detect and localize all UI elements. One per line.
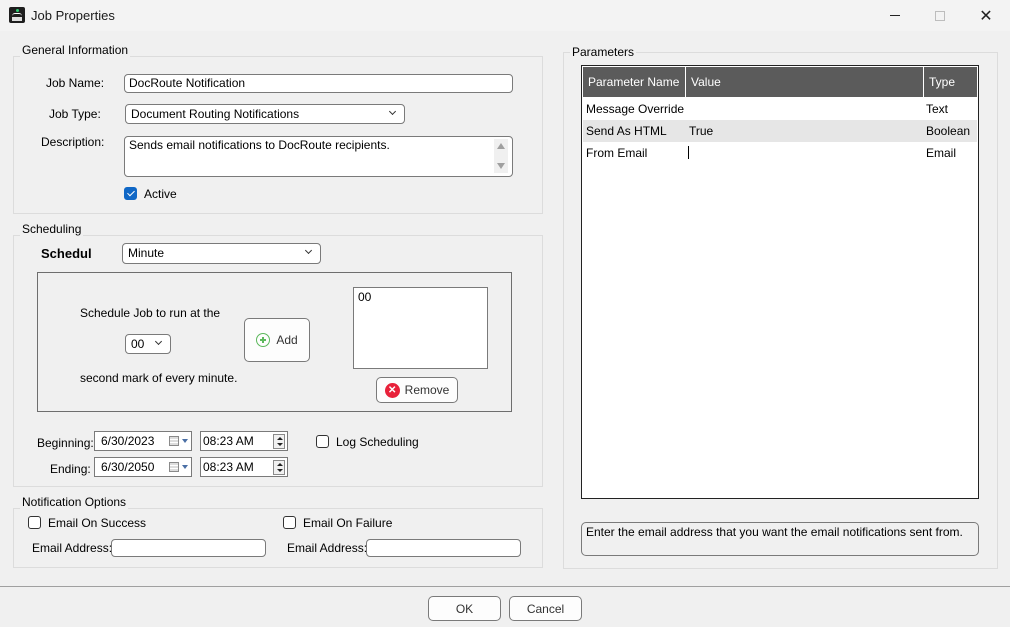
beginning-label: Beginning: bbox=[37, 436, 94, 450]
email-on-success-label[interactable]: Email On Success bbox=[48, 516, 146, 530]
ending-date-value: 6/30/2050 bbox=[101, 460, 155, 474]
close-button[interactable]: ✕ bbox=[963, 0, 1009, 31]
param-name: Send As HTML bbox=[586, 124, 667, 138]
spin-down-icon[interactable] bbox=[277, 443, 283, 446]
success-email-input[interactable] bbox=[111, 539, 266, 557]
chevron-down-icon bbox=[388, 108, 398, 118]
calendar-icon[interactable] bbox=[169, 436, 179, 446]
run-text-top: Schedule Job to run at the bbox=[80, 306, 221, 320]
grid-header: Parameter Name Value Type bbox=[583, 67, 977, 97]
column-header-parameter-name[interactable]: Parameter Name bbox=[583, 67, 686, 97]
maximize-button[interactable] bbox=[917, 0, 963, 31]
description-label: Description: bbox=[41, 135, 105, 149]
dropdown-arrow-icon[interactable] bbox=[182, 465, 188, 469]
beginning-time-value: 08:23 AM bbox=[203, 434, 254, 448]
active-label[interactable]: Active bbox=[144, 187, 177, 201]
chevron-down-icon bbox=[304, 247, 314, 257]
add-label: Add bbox=[276, 333, 298, 347]
job-type-value: Document Routing Notifications bbox=[131, 107, 300, 121]
job-name-input[interactable]: DocRoute Notification bbox=[124, 74, 513, 93]
log-scheduling-checkbox[interactable] bbox=[316, 435, 329, 448]
schedule-select[interactable]: Minute bbox=[122, 243, 321, 264]
add-button[interactable]: Add bbox=[244, 318, 310, 362]
active-checkbox[interactable] bbox=[124, 187, 137, 200]
beginning-time-picker[interactable]: 08:23 AM bbox=[200, 431, 288, 451]
failure-email-input[interactable] bbox=[366, 539, 521, 557]
cancel-button[interactable]: Cancel bbox=[509, 596, 582, 621]
general-information-label: General Information bbox=[20, 43, 131, 57]
maximize-icon bbox=[935, 10, 945, 21]
notification-options-label: Notification Options bbox=[20, 495, 129, 509]
time-spinner[interactable] bbox=[273, 460, 285, 475]
parameter-help-text: Enter the email address that you want th… bbox=[581, 522, 979, 556]
ending-time-value: 08:23 AM bbox=[203, 460, 254, 474]
remove-label: Remove bbox=[404, 383, 450, 397]
param-type: Email bbox=[926, 146, 957, 160]
column-header-type[interactable]: Type bbox=[924, 67, 977, 97]
schedule-label: Schedule bbox=[41, 246, 91, 261]
email-on-failure-label[interactable]: Email On Failure bbox=[303, 516, 392, 530]
job-type-select[interactable]: Document Routing Notifications bbox=[125, 104, 405, 124]
job-type-label: Job Type: bbox=[49, 107, 101, 121]
remove-button[interactable]: ✕ Remove bbox=[376, 377, 458, 403]
schedule-times-list[interactable]: 00 bbox=[353, 287, 488, 369]
failure-email-label: Email Address: bbox=[287, 541, 368, 555]
email-on-success-checkbox[interactable] bbox=[28, 516, 41, 529]
param-value[interactable]: True bbox=[689, 124, 713, 138]
scroll-down-icon[interactable] bbox=[497, 163, 505, 169]
window-title: Job Properties bbox=[31, 8, 115, 23]
calendar-icon[interactable] bbox=[169, 462, 179, 472]
scroll-up-icon[interactable] bbox=[497, 143, 505, 149]
footer-divider bbox=[0, 586, 1010, 587]
description-text: Sends email notifications to DocRoute re… bbox=[129, 138, 390, 152]
log-scheduling-label[interactable]: Log Scheduling bbox=[336, 435, 419, 449]
param-name: Message Override bbox=[586, 102, 685, 116]
run-text-bottom: second mark of every minute. bbox=[80, 371, 238, 385]
remove-icon: ✕ bbox=[384, 382, 400, 398]
param-type: Boolean bbox=[926, 124, 971, 138]
param-type: Text bbox=[926, 102, 949, 116]
param-name: From Email bbox=[586, 146, 648, 160]
parameters-label: Parameters bbox=[570, 45, 637, 59]
spin-up-icon[interactable] bbox=[277, 437, 283, 440]
email-on-failure-checkbox[interactable] bbox=[283, 516, 296, 529]
text-cursor bbox=[688, 146, 689, 159]
app-logo-icon bbox=[9, 7, 25, 23]
second-value: 00 bbox=[131, 337, 145, 351]
title-bar: Job Properties ✕ bbox=[0, 0, 1010, 31]
ending-time-picker[interactable]: 08:23 AM bbox=[200, 457, 288, 477]
success-email-label: Email Address: bbox=[32, 541, 113, 555]
ending-date-picker[interactable]: 6/30/2050 bbox=[94, 457, 192, 477]
description-textarea[interactable]: Sends email notifications to DocRoute re… bbox=[124, 136, 513, 177]
add-icon bbox=[256, 333, 271, 347]
description-scrollbar[interactable] bbox=[494, 139, 508, 173]
dropdown-arrow-icon[interactable] bbox=[182, 439, 188, 443]
ok-button[interactable]: OK bbox=[428, 596, 501, 621]
second-select[interactable]: 00 bbox=[125, 334, 171, 354]
close-icon: ✕ bbox=[979, 7, 993, 25]
minimize-icon bbox=[890, 15, 900, 16]
spin-up-icon[interactable] bbox=[277, 463, 283, 466]
table-row[interactable]: Send As HTML True Boolean bbox=[583, 120, 977, 142]
table-row[interactable]: From Email Email bbox=[583, 142, 977, 164]
minimize-button[interactable] bbox=[872, 0, 918, 31]
beginning-date-picker[interactable]: 6/30/2023 bbox=[94, 431, 192, 451]
spin-down-icon[interactable] bbox=[277, 469, 283, 472]
column-header-value[interactable]: Value bbox=[686, 67, 924, 97]
parameters-grid[interactable]: Parameter Name Value Type Message Overri… bbox=[581, 65, 979, 499]
job-name-label: Job Name: bbox=[46, 76, 105, 90]
schedule-value: Minute bbox=[128, 246, 165, 260]
table-row[interactable]: Message Override Text bbox=[583, 98, 977, 120]
time-spinner[interactable] bbox=[273, 434, 285, 449]
chevron-down-icon bbox=[154, 338, 164, 348]
list-item[interactable]: 00 bbox=[358, 290, 483, 304]
ending-label: Ending: bbox=[50, 462, 91, 476]
beginning-date-value: 6/30/2023 bbox=[101, 434, 155, 448]
scheduling-label: Scheduling bbox=[20, 222, 84, 236]
